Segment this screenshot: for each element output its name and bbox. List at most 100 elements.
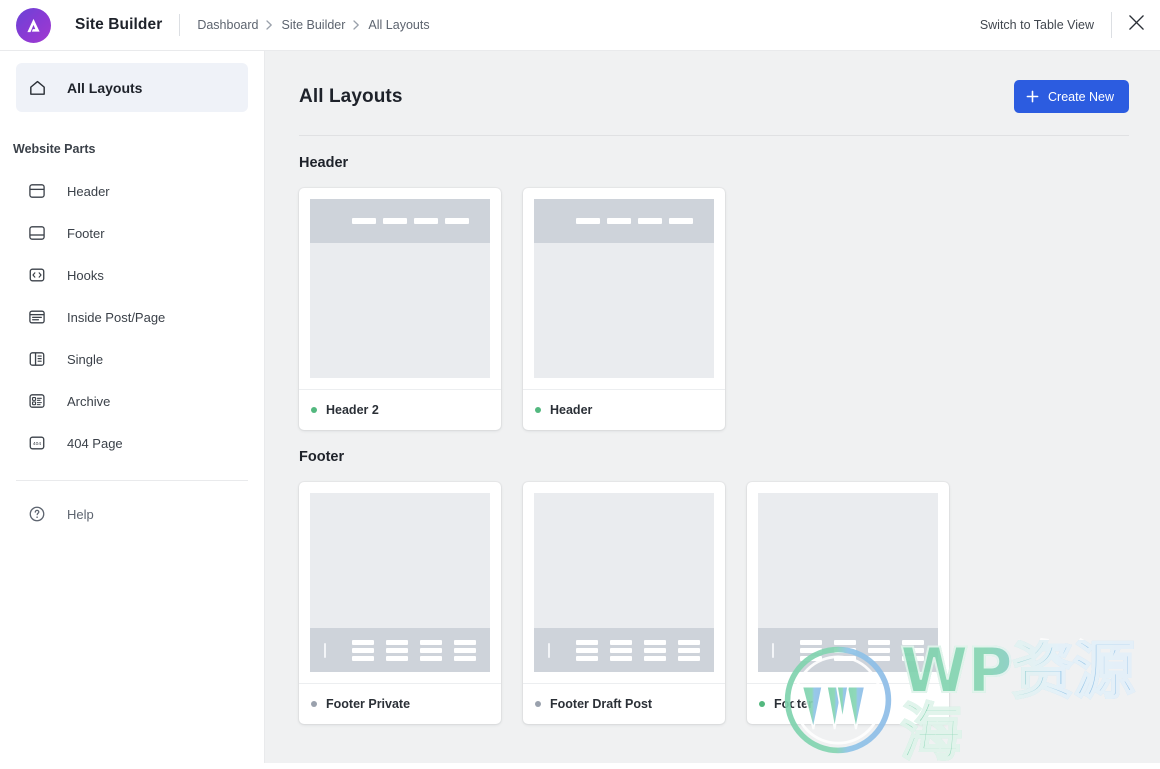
breadcrumb-item-dashboard[interactable]: Dashboard [197,18,258,32]
card-grid: Footer Private Footer Draft Post Footer [299,465,1129,724]
layout-card-footer: Footer Private [299,683,501,724]
sidebar-help-nav: Help [0,481,264,535]
preview-footer-columns [352,639,476,661]
layout-card-label: Header 2 [326,403,379,417]
sidebar-item-hooks[interactable]: Hooks [16,254,248,296]
app-title: Site Builder [75,16,163,33]
preview-footer-column [644,639,666,661]
header-layout-icon [26,180,48,202]
status-badge [759,701,765,707]
app-logo[interactable] [16,7,51,43]
preview-footer-bar [758,628,938,672]
preview-logo-block [324,642,326,658]
preview-nav-link [445,218,469,224]
sidebar-item-archive[interactable]: Archive [16,380,248,422]
status-badge [535,407,541,413]
preview-logo-block [548,642,550,658]
sidebar-item-label: Single [67,351,104,367]
breadcrumb-item-site-builder[interactable]: Site Builder [281,18,345,32]
sidebar-primary-nav: All Layouts [0,63,264,112]
layout-preview-thumbnail [758,493,938,672]
layout-card[interactable]: Footer [747,482,949,724]
preview-nav-link [352,218,376,224]
status-badge [311,407,317,413]
chevron-right-icon [266,20,273,30]
sidebar-item-all-layouts[interactable]: All Layouts [16,63,248,112]
top-bar: Site Builder Dashboard Site Builder All … [0,0,1160,51]
sidebar-item-label: Header [67,183,110,199]
preview-nav-links [352,218,490,224]
layout-card-label: Footer Draft Post [550,697,653,711]
preview-nav-link [607,218,631,224]
svg-text:404: 404 [33,441,41,447]
layout-card[interactable]: Footer Private [299,482,501,724]
preview-nav-links [576,218,714,224]
title-divider [179,14,181,36]
preview-footer-column [868,639,890,661]
preview-footer-column [420,639,442,661]
layout-card-footer: Header [523,389,725,430]
preview-nav-link [383,218,407,224]
chevron-right-icon [353,20,360,30]
layout-group-footer: Footer Footer Private Footer Draft Post … [265,430,1160,724]
layout-card-label: Footer Private [326,697,411,711]
home-icon [26,77,48,99]
sidebar-item-label: Archive [67,393,111,409]
preview-footer-column [386,639,408,661]
sidebar-item-header[interactable]: Header [16,170,248,212]
sidebar-item-footer[interactable]: Footer [16,212,248,254]
code-brackets-icon [26,264,48,286]
preview-nav-bar [534,199,714,243]
404-page-icon: 404 [26,432,48,454]
preview-footer-column [576,639,598,661]
top-bar-actions: Switch to Table View [980,0,1160,50]
sidebar-website-parts-nav: Header Footer Hooks Inside Post/Page Sin… [0,156,264,464]
layout-card-footer: Footer [747,683,949,724]
layout-card[interactable]: Header 2 [299,188,501,430]
layout-preview-thumbnail [534,493,714,672]
layout-card-label: Header [550,403,593,417]
preview-footer-columns [800,639,924,661]
question-circle-icon [26,503,48,525]
breadcrumb: Dashboard Site Builder All Layouts [197,18,429,32]
inside-post-icon [26,306,48,328]
breadcrumb-item-all-layouts: All Layouts [368,18,430,32]
preview-nav-link [669,218,693,224]
preview-footer-columns [576,639,700,661]
group-title: Footer [299,449,345,465]
sidebar: All Layouts Website Parts Header Footer [0,51,265,763]
layout-card-footer: Footer Draft Post [523,683,725,724]
preview-footer-column [352,639,374,661]
preview-footer-column [834,639,856,661]
layout-card-footer: Header 2 [299,389,501,430]
preview-nav-bar [310,199,490,243]
layout-group-header: Header Header 2 Header [265,136,1160,430]
preview-nav-link [414,218,438,224]
main-content: All Layouts Create New Header Header 2 H… [265,51,1160,763]
sidebar-item-404-page[interactable]: 404 404 Page [16,422,248,464]
page-title: All Layouts [299,85,403,107]
preview-footer-bar [534,628,714,672]
layout-card-label: Footer [774,697,813,711]
close-icon [1128,14,1145,36]
sidebar-item-inside-post-page[interactable]: Inside Post/Page [16,296,248,338]
create-new-label: Create New [1048,89,1114,104]
footer-layout-icon [26,222,48,244]
sidebar-item-single[interactable]: Single [16,338,248,380]
sidebar-item-label: Hooks [67,267,104,283]
layout-card[interactable]: Footer Draft Post [523,482,725,724]
astra-logo-icon [16,7,51,43]
sidebar-item-label: Footer [67,225,105,241]
sidebar-section-label: Website Parts [13,142,96,156]
preview-nav-link [576,218,600,224]
layout-preview-thumbnail [534,199,714,378]
switch-to-table-view-link[interactable]: Switch to Table View [980,18,1111,32]
layout-card[interactable]: Header [523,188,725,430]
status-badge [311,701,317,707]
sidebar-item-help[interactable]: Help [16,493,248,535]
create-new-button[interactable]: Create New [1014,80,1129,113]
close-button[interactable] [1112,0,1160,50]
preview-footer-column [800,639,822,661]
sidebar-item-label: Help [67,506,94,522]
sidebar-item-label: All Layouts [67,79,143,96]
